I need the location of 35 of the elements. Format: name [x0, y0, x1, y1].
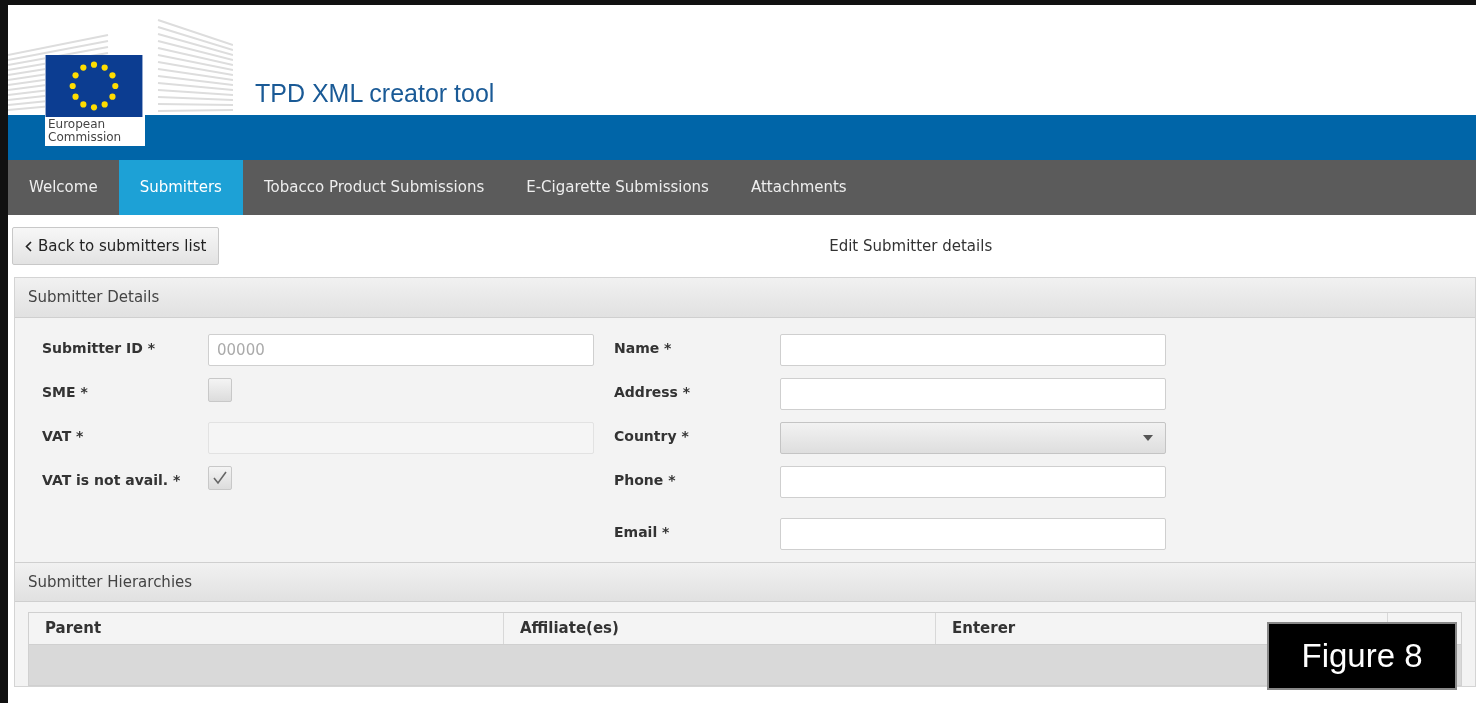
page-title: Edit Submitter details	[829, 235, 993, 257]
field-label: Submitter ID *	[42, 339, 157, 358]
field-label: SME *	[42, 383, 89, 402]
nav-tab[interactable]: E-Cigarette Submissions	[505, 160, 730, 215]
field-label: Phone *	[614, 471, 677, 490]
field-label: VAT is not avail. *	[42, 471, 182, 490]
dropdown[interactable]	[780, 422, 1166, 454]
field-label: Name *	[614, 339, 673, 358]
nav-tab[interactable]: Tobacco Product Submissions	[242, 160, 506, 215]
field-label: Address *	[614, 383, 692, 402]
checkmark-icon	[212, 471, 228, 485]
input-field[interactable]	[780, 378, 1166, 410]
nav-tab[interactable]: Attachments	[729, 160, 868, 215]
checkbox[interactable]	[208, 466, 232, 490]
field-label: Email *	[614, 523, 671, 542]
logo-text: Commission	[48, 131, 123, 144]
logo-text: European	[48, 118, 106, 131]
panel-title: Submitter Details	[28, 287, 160, 309]
input-field[interactable]	[780, 466, 1166, 498]
app-title: TPD XML creator tool	[255, 79, 495, 107]
column-header: Affiliate(es)	[504, 613, 936, 644]
checkbox[interactable]	[208, 378, 232, 402]
figure-label: Figure 8	[1267, 622, 1457, 690]
input-field[interactable]	[780, 518, 1166, 550]
panel-title: Submitter Hierarchies	[28, 571, 193, 593]
chevron-left-icon	[25, 240, 32, 252]
back-button[interactable]: Back to submitters list	[12, 227, 220, 265]
field-label: Country *	[614, 427, 690, 446]
column-header: Parent	[29, 613, 504, 644]
caret-icon	[1143, 435, 1153, 441]
nav-tab[interactable]: Welcome	[8, 160, 119, 215]
input-field[interactable]	[780, 334, 1166, 366]
eu-flag-icon	[45, 55, 143, 117]
field-label: VAT *	[42, 427, 85, 446]
input-field[interactable]: 00000	[208, 334, 594, 366]
